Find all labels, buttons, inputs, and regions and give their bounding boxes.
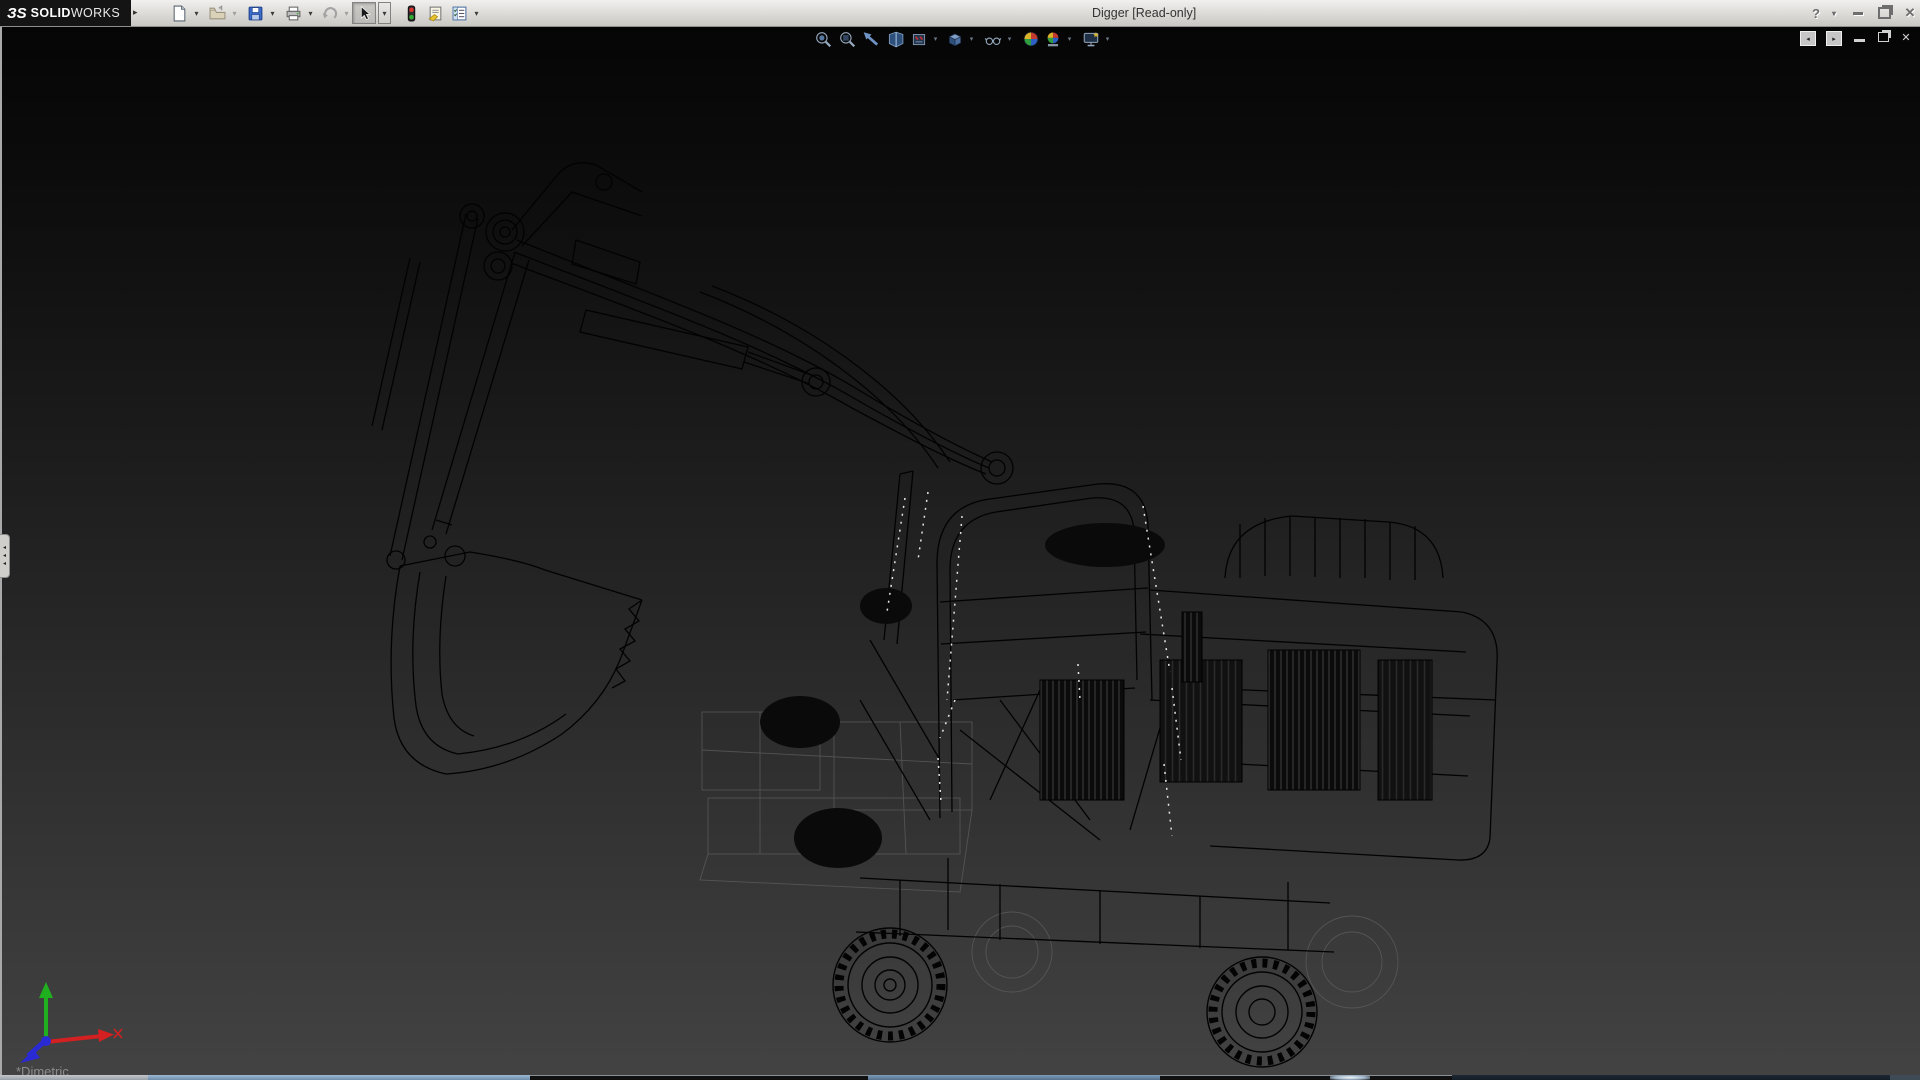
brand-bold: SOLID	[31, 6, 71, 20]
select-button[interactable]	[352, 2, 376, 24]
zoom-to-fit-button[interactable]	[812, 29, 834, 49]
brand-light: WORKS	[71, 6, 120, 20]
zoom-to-area-button[interactable]	[836, 29, 858, 49]
graphics-viewport[interactable]: ▾ ▾ ▾	[0, 26, 1920, 1080]
wireframe-lines	[372, 163, 1497, 952]
select-icon	[356, 5, 373, 22]
title-bar: ЗS SOLID WORKS ▸ ▾ ▾ ▾	[0, 0, 1920, 27]
taskbar-seg-button	[530, 1075, 868, 1080]
edit-appearance-icon	[1022, 30, 1040, 48]
engine-grilles	[1040, 612, 1432, 800]
print-icon	[285, 5, 302, 22]
help-dropdown[interactable]: ▾	[1828, 4, 1840, 22]
minimize-app-button[interactable]	[1848, 4, 1868, 22]
undo-button[interactable]	[318, 2, 340, 24]
apply-scene-dropdown[interactable]: ▾	[1064, 29, 1075, 49]
y-axis-arrow	[39, 982, 53, 998]
collapse-arrow-icon: ◂	[3, 561, 6, 567]
menu-flyout-arrow[interactable]: ▸	[133, 7, 138, 18]
hide-show-items-button[interactable]	[982, 29, 1004, 49]
brand-mark: ЗS	[7, 5, 27, 22]
rebuild-traffic-light-icon	[403, 5, 420, 22]
display-style-dropdown[interactable]: ▾	[966, 29, 977, 49]
select-dropdown[interactable]: ▾	[378, 2, 391, 24]
view-orientation-dropdown[interactable]: ▾	[930, 29, 941, 49]
zoom-to-area-icon	[838, 30, 856, 48]
solidworks-logo: ЗS SOLID WORKS	[0, 0, 131, 26]
pane-left-icon: ◂	[1806, 35, 1810, 43]
new-document-button[interactable]	[168, 2, 190, 24]
options-button[interactable]	[448, 2, 470, 24]
taskbar-edge[interactable]	[0, 1075, 1920, 1080]
undo-icon	[321, 5, 338, 22]
taskbar-seg-tray	[1890, 1075, 1920, 1080]
previous-view-button[interactable]	[860, 29, 882, 49]
taskbar-seg-button2	[1160, 1075, 1452, 1080]
close-app-button[interactable]: ✕	[1900, 4, 1920, 22]
new-document-icon	[171, 5, 188, 22]
x-axis-label	[114, 1029, 122, 1038]
restore-app-button[interactable]	[1874, 4, 1894, 22]
open-dropdown[interactable]: ▾	[228, 2, 241, 24]
section-view-icon	[886, 30, 904, 48]
window-title: Digger [Read-only]	[1092, 6, 1196, 20]
display-style-button[interactable]	[944, 29, 966, 49]
options-icon	[451, 5, 468, 22]
minimize-icon	[1853, 12, 1863, 15]
section-view-button[interactable]	[884, 29, 906, 49]
view-orientation-icon	[910, 30, 928, 48]
file-properties-button[interactable]	[424, 2, 446, 24]
print-dropdown[interactable]: ▾	[304, 2, 317, 24]
collapse-arrow-icon: ◂	[3, 545, 6, 551]
reference-triad	[14, 978, 124, 1064]
apply-scene-icon	[1044, 30, 1062, 48]
minimize-document-button[interactable]	[1854, 39, 1865, 42]
taskbar-seg-blue2	[868, 1075, 1160, 1080]
x-axis-arrow	[98, 1029, 114, 1042]
help-button[interactable]: ?	[1806, 4, 1826, 22]
model-wireframe-digger[interactable]	[0, 26, 1920, 1080]
open-button[interactable]	[206, 2, 228, 24]
pane-right-button[interactable]: ▸	[1826, 31, 1842, 46]
restore-icon	[1878, 7, 1891, 19]
new-document-dropdown[interactable]: ▾	[190, 2, 203, 24]
open-icon	[209, 5, 226, 22]
hide-show-items-icon	[984, 30, 1002, 48]
taskbar-seg-silver	[0, 1075, 148, 1080]
pane-left-button[interactable]: ◂	[1800, 31, 1816, 46]
close-document-button[interactable]: ✕	[1898, 31, 1914, 44]
save-dropdown[interactable]: ▾	[266, 2, 279, 24]
rebuild-button[interactable]	[400, 2, 422, 24]
save-button[interactable]	[244, 2, 266, 24]
view-orientation-button[interactable]	[908, 29, 930, 49]
restore-document-button[interactable]	[1878, 32, 1889, 42]
taskbar-seg-navy	[1452, 1075, 1920, 1080]
view-settings-dropdown[interactable]: ▾	[1102, 29, 1113, 49]
triad-origin	[41, 1036, 51, 1046]
taskbar-glow	[1330, 1075, 1370, 1080]
zoom-to-fit-icon	[814, 30, 832, 48]
pane-right-icon: ▸	[1832, 35, 1836, 43]
apply-scene-button[interactable]	[1042, 29, 1064, 49]
save-icon	[247, 5, 264, 22]
hide-show-items-dropdown[interactable]: ▾	[1004, 29, 1015, 49]
collapse-arrow-icon: ◂	[3, 553, 6, 559]
options-dropdown[interactable]: ▾	[470, 2, 483, 24]
feature-panel-handle[interactable]: ◂ ◂ ◂	[0, 534, 10, 578]
edit-appearance-button[interactable]	[1020, 29, 1042, 49]
print-button[interactable]	[282, 2, 304, 24]
view-settings-button[interactable]	[1080, 29, 1102, 49]
view-settings-icon	[1082, 30, 1100, 48]
previous-view-icon	[862, 30, 880, 48]
display-style-icon	[946, 30, 964, 48]
file-properties-icon	[427, 5, 444, 22]
x-axis	[46, 1036, 102, 1042]
taskbar-seg-blue	[148, 1075, 530, 1080]
